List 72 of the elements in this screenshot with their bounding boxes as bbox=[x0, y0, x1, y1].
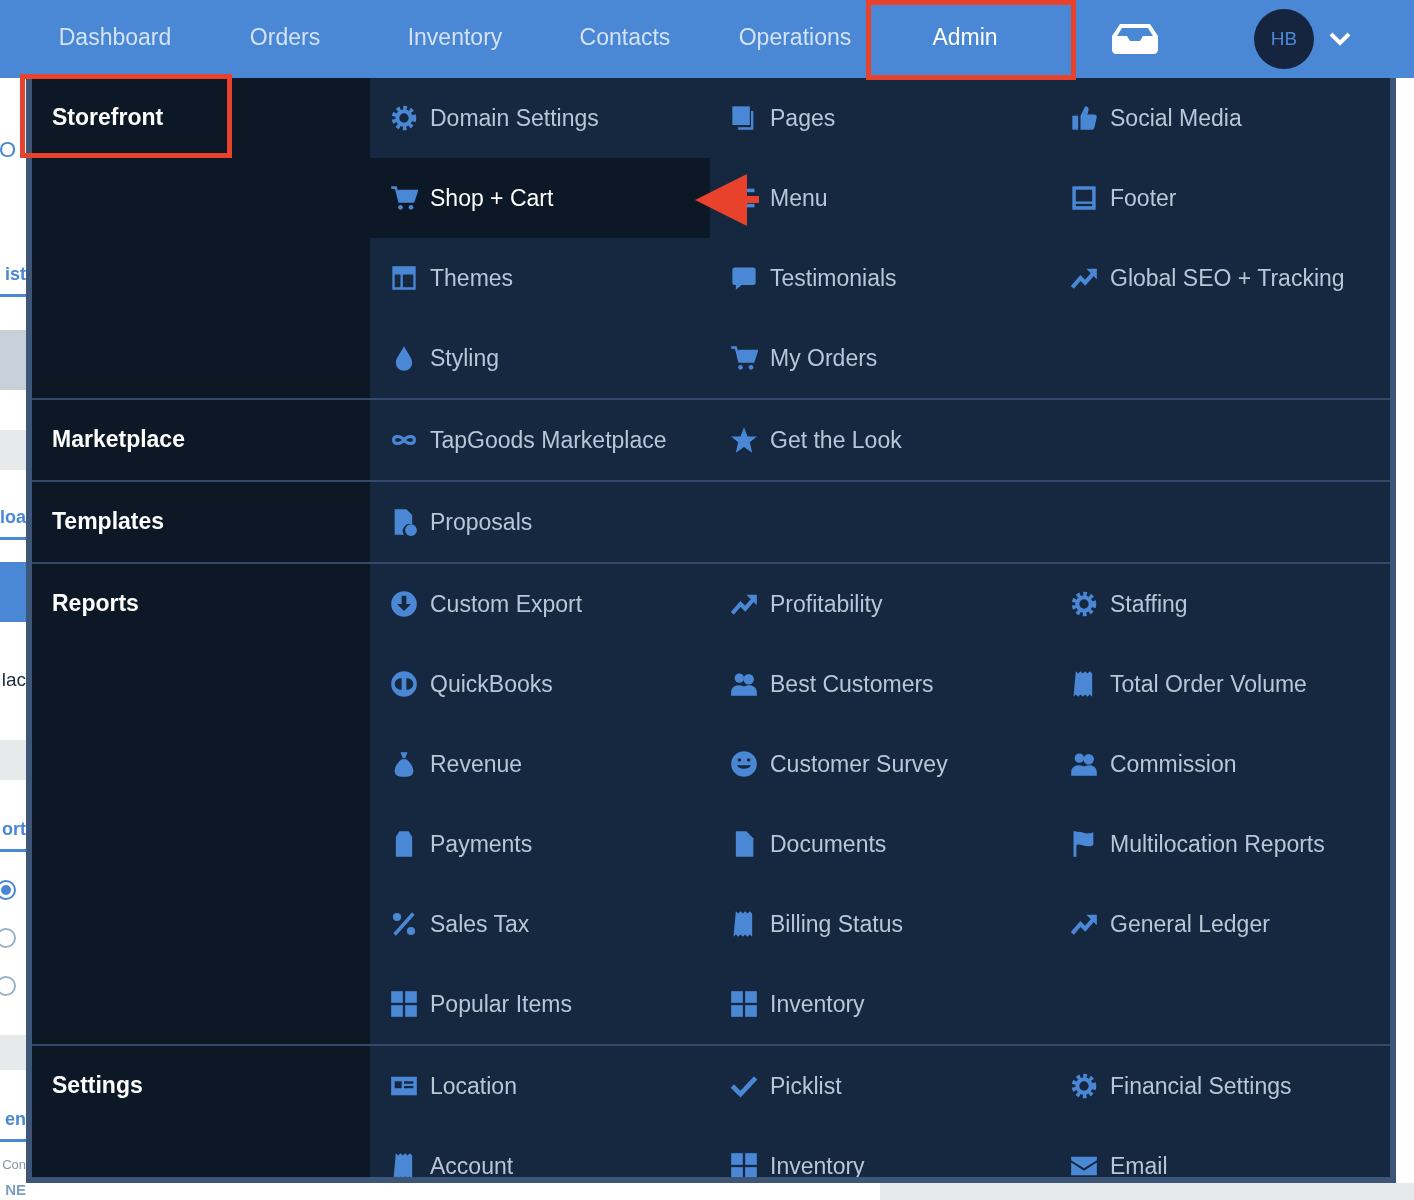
section-heading: Storefront bbox=[32, 78, 370, 398]
menu-link[interactable]: Documents bbox=[710, 804, 1050, 884]
background-band bbox=[0, 740, 26, 780]
cart-icon bbox=[730, 344, 758, 372]
arrow bbox=[695, 174, 759, 226]
download-icon bbox=[390, 590, 418, 618]
label-text: NE bbox=[5, 1179, 26, 1200]
circle-logo-icon bbox=[390, 670, 418, 698]
grid-icon bbox=[390, 990, 418, 1018]
radio-button[interactable] bbox=[0, 928, 16, 948]
menu-link[interactable]: Customer Survey bbox=[710, 724, 1050, 804]
background-band bbox=[0, 430, 26, 470]
menu-link[interactable]: TapGoods Marketplace bbox=[370, 400, 710, 480]
inbox-icon[interactable] bbox=[1112, 24, 1158, 54]
percent-icon bbox=[390, 910, 418, 938]
section-heading: Settings bbox=[32, 1046, 370, 1177]
menu-link[interactable]: Email bbox=[1050, 1126, 1390, 1177]
layout-icon bbox=[390, 264, 418, 292]
menu-link[interactable]: Popular Items bbox=[370, 964, 710, 1044]
menu-link[interactable]: Domain Settings bbox=[370, 78, 710, 158]
menu-link[interactable]: Shop + Cart bbox=[370, 158, 710, 238]
radio-button[interactable] bbox=[0, 976, 16, 996]
menu-link[interactable]: Payments bbox=[370, 804, 710, 884]
gear-icon bbox=[390, 104, 418, 132]
section-heading: Templates bbox=[32, 482, 370, 562]
menu-link[interactable]: Location bbox=[370, 1046, 710, 1126]
menu-link[interactable]: Get the Look bbox=[710, 400, 1050, 480]
menu-link[interactable]: General Ledger bbox=[1050, 884, 1390, 964]
cart-icon bbox=[390, 184, 418, 212]
menu-link[interactable]: Profitability bbox=[710, 564, 1050, 644]
menu-link[interactable]: Themes bbox=[370, 238, 710, 318]
menu-link[interactable]: Styling bbox=[370, 318, 710, 398]
menu-link[interactable]: Account bbox=[370, 1126, 710, 1177]
menu-link[interactable]: Commission bbox=[1050, 724, 1390, 804]
caption-text: Con bbox=[2, 1155, 26, 1174]
menu-link[interactable]: Billing Status bbox=[710, 884, 1050, 964]
menu-link[interactable]: Staffing bbox=[1050, 564, 1390, 644]
menu-link[interactable]: Footer bbox=[1050, 158, 1390, 238]
body-text: lac bbox=[1, 668, 26, 692]
menu-link[interactable]: Total Order Volume bbox=[1050, 644, 1390, 724]
menu-link[interactable]: Financial Settings bbox=[1050, 1046, 1390, 1126]
menu-link[interactable]: Custom Export bbox=[370, 564, 710, 644]
thumbs-up-icon bbox=[1070, 104, 1098, 132]
page-title: O bbox=[0, 136, 17, 164]
user-avatar[interactable]: HB bbox=[1254, 9, 1314, 69]
menu-link[interactable]: Social Media bbox=[1050, 78, 1390, 158]
window-icon bbox=[1070, 184, 1098, 212]
background-band bbox=[0, 330, 26, 390]
menu-link[interactable]: Inventory bbox=[710, 964, 1050, 1044]
grid-icon bbox=[730, 1152, 758, 1177]
menu-link[interactable]: My Orders bbox=[710, 318, 1050, 398]
gear-icon bbox=[1070, 1072, 1098, 1100]
menu-link[interactable]: Multilocation Reports bbox=[1050, 804, 1390, 884]
menu-link[interactable]: Revenue bbox=[370, 724, 710, 804]
menu-link[interactable]: Picklist bbox=[710, 1046, 1050, 1126]
menu-link[interactable]: Best Customers bbox=[710, 644, 1050, 724]
menu-link[interactable]: Pages bbox=[710, 78, 1050, 158]
menu-link[interactable]: Proposals bbox=[370, 482, 710, 562]
radio-button[interactable] bbox=[0, 880, 16, 900]
section-heading: Reports bbox=[32, 564, 370, 1044]
gear-icon bbox=[1070, 590, 1098, 618]
smiley-icon bbox=[730, 750, 758, 778]
star-icon bbox=[730, 426, 758, 454]
section-heading: Marketplace bbox=[32, 400, 370, 480]
background-band bbox=[0, 1035, 26, 1070]
background-band bbox=[0, 562, 26, 622]
menu-link[interactable]: Testimonials bbox=[710, 238, 1050, 318]
menu-link[interactable]: QuickBooks bbox=[370, 644, 710, 724]
grid-icon bbox=[730, 990, 758, 1018]
menu-link[interactable]: Global SEO + Tracking bbox=[1050, 238, 1390, 318]
menu-link[interactable]: Sales Tax bbox=[370, 884, 710, 964]
chevron-down-icon[interactable] bbox=[1328, 31, 1352, 47]
